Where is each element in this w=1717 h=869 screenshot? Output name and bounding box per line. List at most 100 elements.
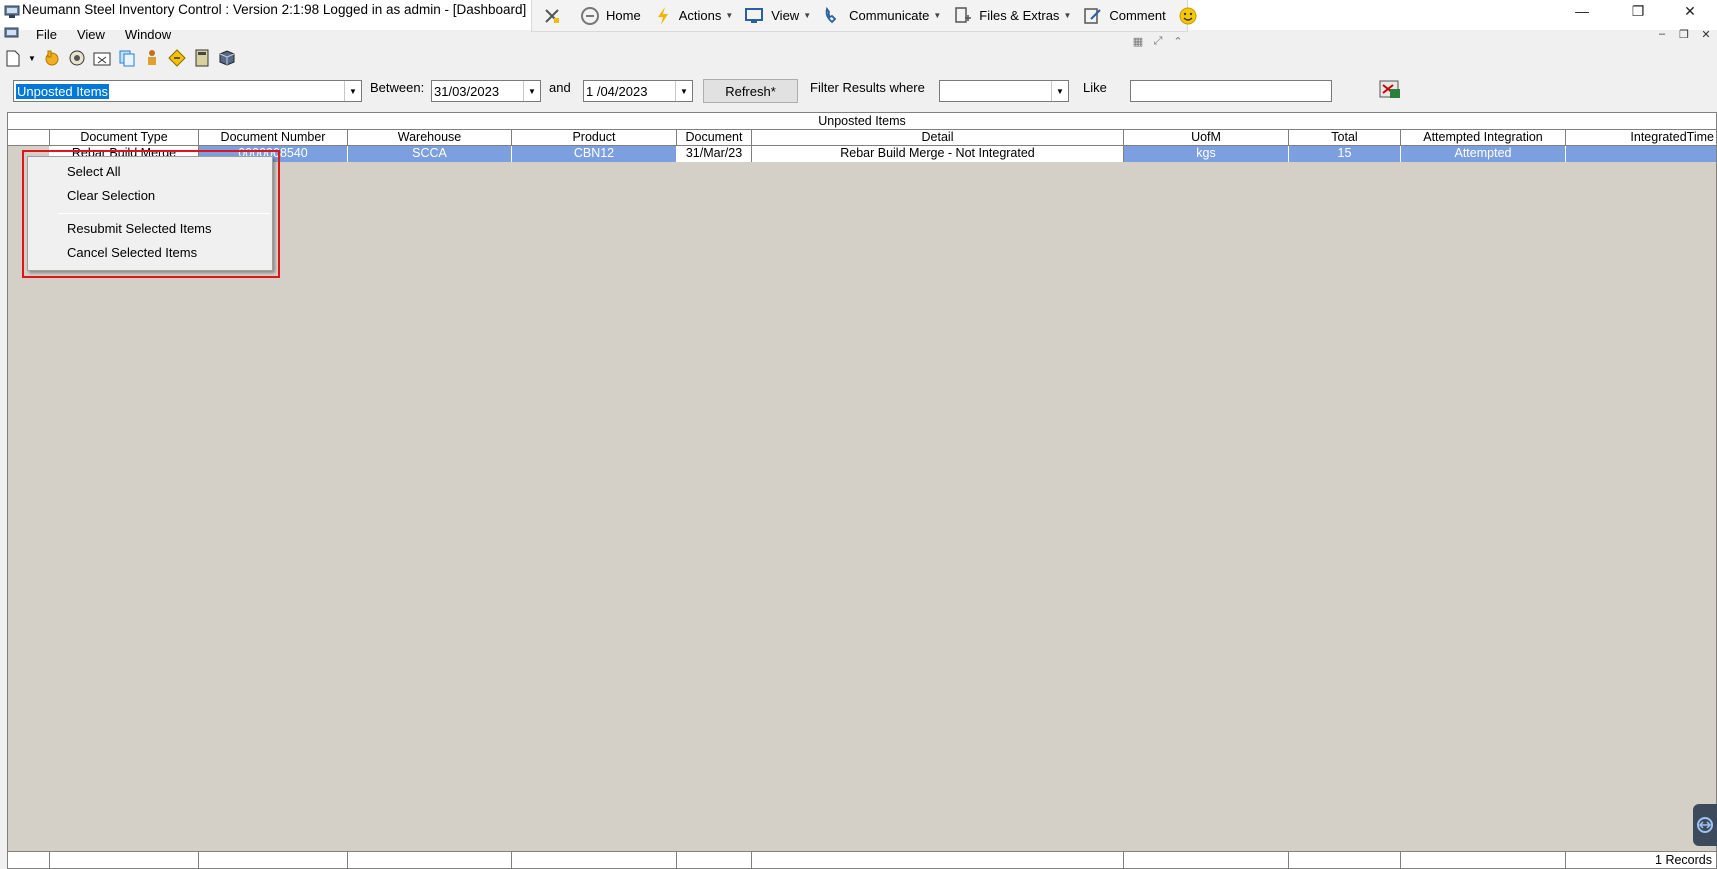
footer-cell [199,852,348,868]
cell-document[interactable]: 31/Mar/23 [677,146,752,162]
lightning-icon [653,6,673,26]
menu-bar: File View Window [0,24,520,44]
close-button[interactable]: ✕ [1668,0,1712,22]
actions-label: Actions [678,8,722,23]
refresh-button[interactable]: Refresh* [703,79,798,103]
expand-icon[interactable]: ⤢ [1151,34,1165,48]
app-window: Neumann Steel Inventory Control : Versio… [0,0,1717,869]
footer-cell [512,852,677,868]
remote-session-handle[interactable] [1693,804,1717,846]
cell-detail[interactable]: Rebar Build Merge - Not Integrated [752,146,1124,162]
footer-cell [50,852,199,868]
view-button[interactable]: View ▼ [739,1,817,31]
column-header-document-type[interactable]: Document Type [50,130,199,145]
icon-toolbar: ▼ [2,47,237,69]
footer-cell [1289,852,1401,868]
tools-icon [542,6,562,26]
view-label: View [771,8,800,23]
sign-icon[interactable] [166,48,187,69]
home-button[interactable]: Home [574,1,647,31]
chevron-down-icon: ▼ [1063,11,1072,20]
filter-field-select[interactable]: ▼ [939,80,1069,102]
export-icon[interactable] [1378,79,1402,101]
files-extras-button[interactable]: Files & Extras ▼ [947,1,1077,31]
files-icon [953,6,973,26]
cell-total[interactable]: 15 [1289,146,1401,162]
date-to-picker[interactable]: 1 /04/2023 ▼ [583,80,693,102]
cell-attempted-integration[interactable]: Attempted [1401,146,1566,162]
chevron-down-icon: ▼ [803,11,812,20]
like-label: Like [1083,80,1107,95]
filter-where-label: Filter Results where [810,80,925,95]
document-icon [4,27,19,38]
window-title: Neumann Steel Inventory Control : Versio… [22,2,527,17]
chevron-down-icon[interactable]: ▼ [27,48,37,69]
smiley-icon [1178,6,1198,26]
menu-window[interactable]: Window [115,27,181,42]
feedback-button[interactable] [1172,1,1210,31]
report-select[interactable]: Unposted Items ▼ [13,80,362,102]
column-header-total[interactable]: Total [1289,130,1401,145]
person-icon[interactable] [141,48,162,69]
cell-product[interactable]: CBN12 [512,146,677,162]
files-extras-label: Files & Extras [979,8,1060,23]
cell-warehouse[interactable]: SCCA [348,146,512,162]
footer-cell [348,852,512,868]
copy-icon[interactable] [116,48,137,69]
mdi-close-button[interactable]: ✕ [1695,26,1717,42]
date-from-value: 31/03/2023 [434,83,500,99]
communicate-button[interactable]: Communicate ▼ [817,1,947,31]
column-header-document[interactable]: Document [677,130,752,145]
column-header-attempted-integration[interactable]: Attempted Integration [1401,130,1566,145]
comment-button[interactable]: Comment [1077,1,1171,31]
date-to-value: 1 /04/2023 [586,83,648,99]
grid-icon[interactable]: ▦ [1131,34,1145,48]
column-header-detail[interactable]: Detail [752,130,1124,145]
minimize-button[interactable]: — [1560,0,1604,22]
home-icon [580,6,600,26]
and-label: and [549,80,571,95]
chevron-down-icon[interactable]: ▼ [344,81,361,101]
menu-file[interactable]: File [26,27,67,42]
home-label: Home [606,8,641,23]
cell-integrated-time[interactable] [1566,146,1716,162]
menu-view[interactable]: View [67,27,115,42]
folder-icon[interactable] [91,48,112,69]
mdi-minimize-button[interactable]: – [1651,26,1673,42]
globe-icon[interactable] [66,48,87,69]
chevron-down-icon[interactable]: ▼ [523,81,540,101]
phone-icon [823,6,843,26]
chevron-down-icon[interactable]: ▼ [1051,81,1068,101]
footer-cell [1401,852,1566,868]
app-icon [4,5,20,18]
date-from-picker[interactable]: 31/03/2023 ▼ [431,80,541,102]
remote-icon [1697,817,1713,833]
column-header-warehouse[interactable]: Warehouse [348,130,512,145]
tools-button[interactable] [536,1,574,31]
column-header-uofm[interactable]: UofM [1124,130,1289,145]
toolbar-grip: ▦ ⤢ ⌃ [1131,34,1185,48]
footer-cell [752,852,1124,868]
chevron-up-icon[interactable]: ⌃ [1171,34,1185,48]
report-select-value: Unposted Items [16,83,110,99]
restore-button[interactable]: ❐ [1616,0,1660,22]
mdi-restore-button[interactable]: ❐ [1673,26,1695,42]
communicate-label: Communicate [849,8,930,23]
chevron-down-icon: ▼ [933,11,942,20]
between-label: Between: [370,80,425,95]
actions-button[interactable]: Actions ▼ [647,1,740,31]
chevron-down-icon[interactable]: ▼ [675,81,692,101]
comment-label: Comment [1109,8,1166,23]
column-header-integrated-time[interactable]: IntegratedTime [1566,130,1716,145]
column-header-product[interactable]: Product [512,130,677,145]
footer-cell [677,852,752,868]
new-icon[interactable] [2,48,23,69]
box-icon[interactable] [216,48,237,69]
grid-footer-row [8,851,1716,868]
cell-uofm[interactable]: kgs [1124,146,1289,162]
hand-icon[interactable] [41,48,62,69]
column-header-document-number[interactable]: Document Number [199,130,348,145]
calculator-icon[interactable] [191,48,212,69]
like-input[interactable] [1130,80,1332,102]
remote-toolbar: Home Actions ▼ View ▼ Communicate ▼ File… [531,0,1197,32]
